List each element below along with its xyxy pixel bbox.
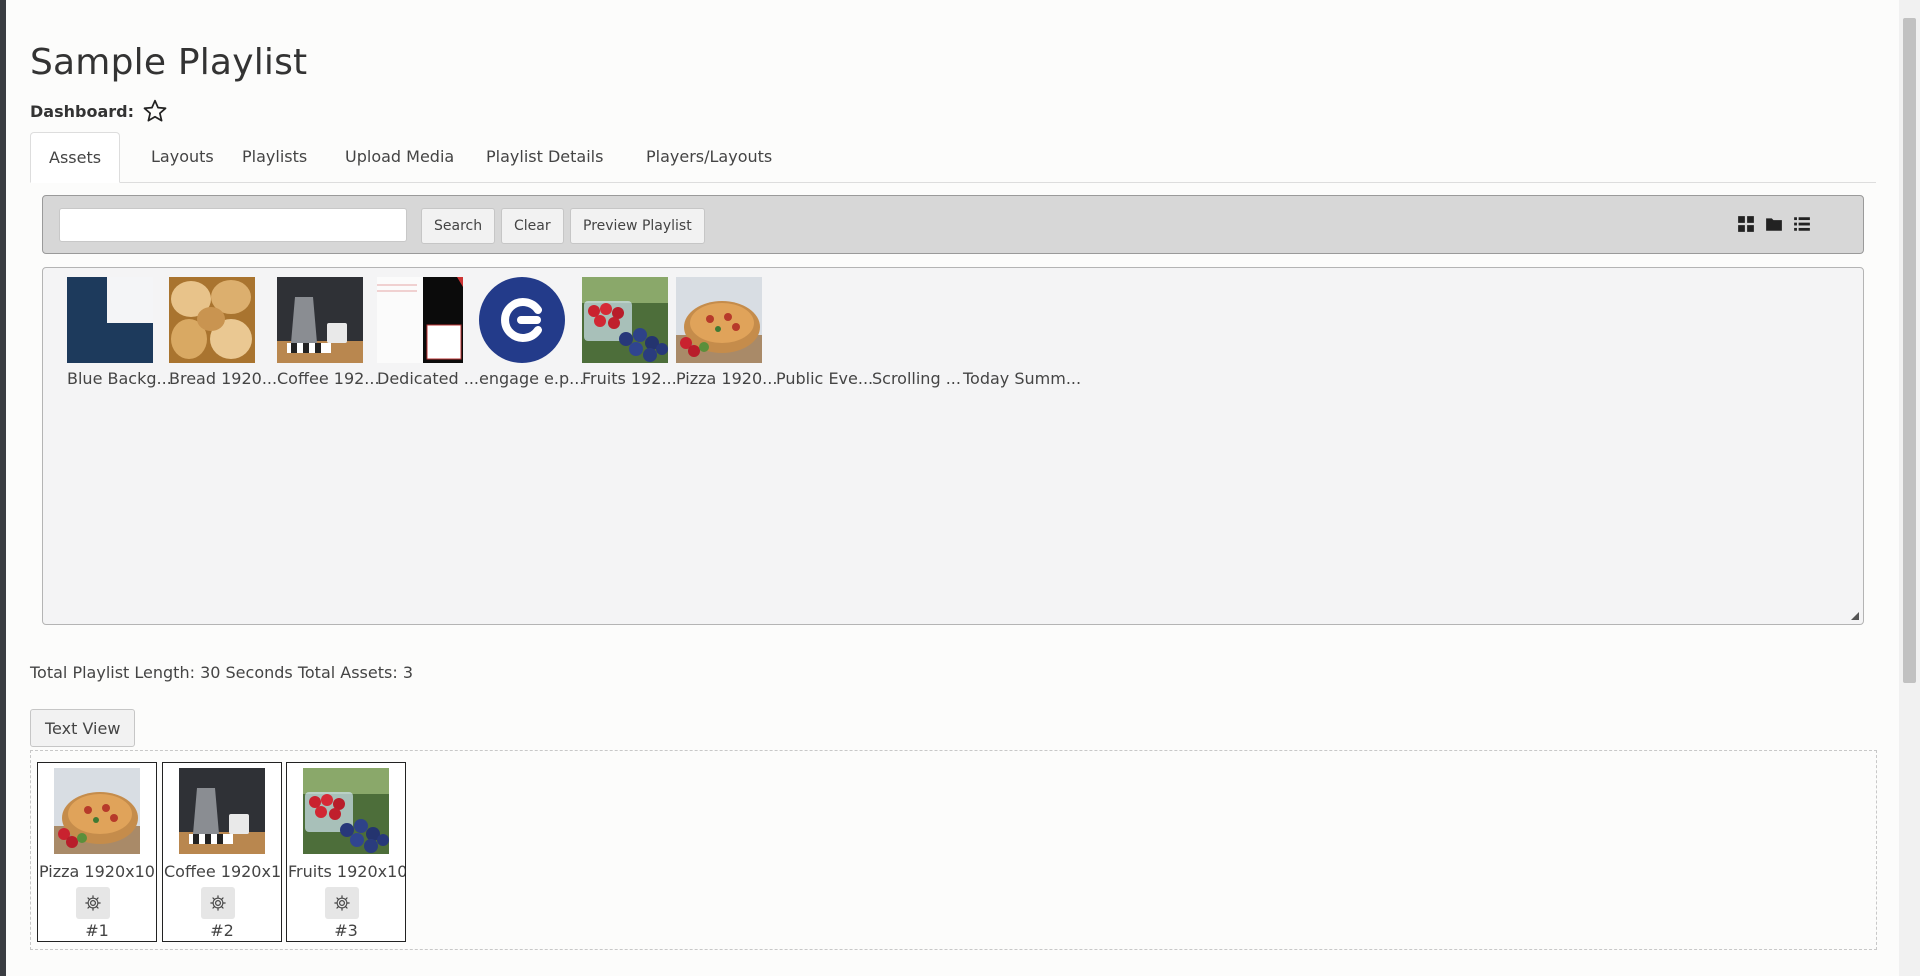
playlist-item-name: Pizza 1920x108 [39,862,157,881]
playlist-item[interactable]: Coffee 1920x10 #2 [162,762,282,942]
asset-tile[interactable]: Fruits 192... [582,277,682,388]
gear-icon [85,895,101,911]
playlist-item-index: #2 [210,921,234,940]
playlist-item-index: #1 [85,921,109,940]
playlist-item-name: Fruits 1920x108 [288,862,406,881]
tab-playlist-details[interactable]: Playlist Details [468,132,621,182]
asset-thumbnail-empty [963,277,1049,363]
asset-name: Coffee 192... [277,369,380,388]
tab-upload-media[interactable]: Upload Media [327,132,472,182]
left-edge-bar [0,0,6,976]
asset-tile[interactable]: Bread 1920... [169,277,278,388]
tab-layouts[interactable]: Layouts [133,132,232,182]
list-view-icon[interactable] [1793,215,1811,233]
playlist-item[interactable]: Pizza 1920x108 #1 [37,762,157,942]
tab-playlists[interactable]: Playlists [224,132,325,182]
asset-tile[interactable]: Pizza 1920... [676,277,778,388]
page-title: Sample Playlist [30,42,308,83]
asset-name: Blue Backg... [67,369,172,388]
playlist-drop-area[interactable]: Pizza 1920x108 #1 Coffee 1920x10 #2 Frui… [30,750,1877,950]
text-view-button[interactable]: Text View [30,709,136,747]
asset-tile[interactable]: Public Eve... [776,277,876,388]
asset-name: Bread 1920... [169,369,278,388]
engage-logo-icon [479,277,565,363]
tab-assets[interactable]: Assets [30,132,121,183]
asset-thumbnail-bread [169,277,255,363]
asset-tile[interactable]: Coffee 192... [277,277,380,388]
asset-tile[interactable]: Blue Backg... [67,277,172,388]
tab-players-layouts[interactable]: Players/Layouts [628,132,790,182]
playlist-item-index: #3 [334,921,358,940]
view-mode-icons [1737,215,1811,233]
item-settings-button[interactable] [76,887,110,919]
asset-name: Pizza 1920... [676,369,778,388]
asset-name: Dedicated ... [377,369,479,388]
asset-tile[interactable]: engage e.p... [479,277,585,388]
asset-name: engage e.p... [479,369,585,388]
search-input[interactable] [59,208,407,242]
playlist-item-name: Coffee 1920x10 [164,862,282,881]
asset-library-panel: Blue Backg... Bread 1920... Coffee 192..… [42,267,1864,625]
asset-tile[interactable]: Scrolling ... [872,277,972,388]
asset-thumbnail-coffee [277,277,363,363]
asset-thumbnail-blue-background [67,277,153,363]
grid-view-icon[interactable] [1737,215,1755,233]
asset-name: Public Eve... [776,369,874,388]
playlist-thumbnail-coffee [179,768,265,854]
playlist-thumbnail-fruits [303,768,389,854]
playlist-summary: Total Playlist Length: 30 Seconds Total … [30,663,413,682]
clear-button[interactable]: Clear [501,208,564,244]
page-scrollbar[interactable] [1899,0,1920,976]
dashboard-label: Dashboard: [30,101,134,121]
asset-name: Scrolling ... [872,369,961,388]
tab-bar: Assets Layouts Playlists Upload Media Pl… [30,132,1876,183]
asset-thumbnail-empty [776,277,862,363]
preview-playlist-button[interactable]: Preview Playlist [570,208,705,244]
star-icon[interactable] [142,98,168,124]
folder-view-icon[interactable] [1765,215,1783,233]
asset-thumbnail-dedicated [377,277,463,363]
scrollbar-thumb[interactable] [1903,18,1916,683]
item-settings-button[interactable] [201,887,235,919]
playlist-item[interactable]: Fruits 1920x108 #3 [286,762,406,942]
asset-name: Fruits 192... [582,369,677,388]
asset-tile[interactable]: Today Summ... [963,277,1082,388]
dashboard-row: Dashboard: [30,98,168,124]
playlist-thumbnail-pizza [54,768,140,854]
asset-toolbar: Search Clear Preview Playlist [42,195,1864,254]
asset-name: Today Summ... [963,369,1082,388]
asset-thumbnail-fruits [582,277,668,363]
resize-grip-icon[interactable] [1851,612,1859,620]
asset-tile[interactable]: Dedicated ... [377,277,479,388]
gear-icon [334,895,350,911]
asset-thumbnail-pizza [676,277,762,363]
asset-thumbnail-empty [872,277,958,363]
gear-icon [210,895,226,911]
search-button[interactable]: Search [421,208,496,244]
item-settings-button[interactable] [325,887,359,919]
